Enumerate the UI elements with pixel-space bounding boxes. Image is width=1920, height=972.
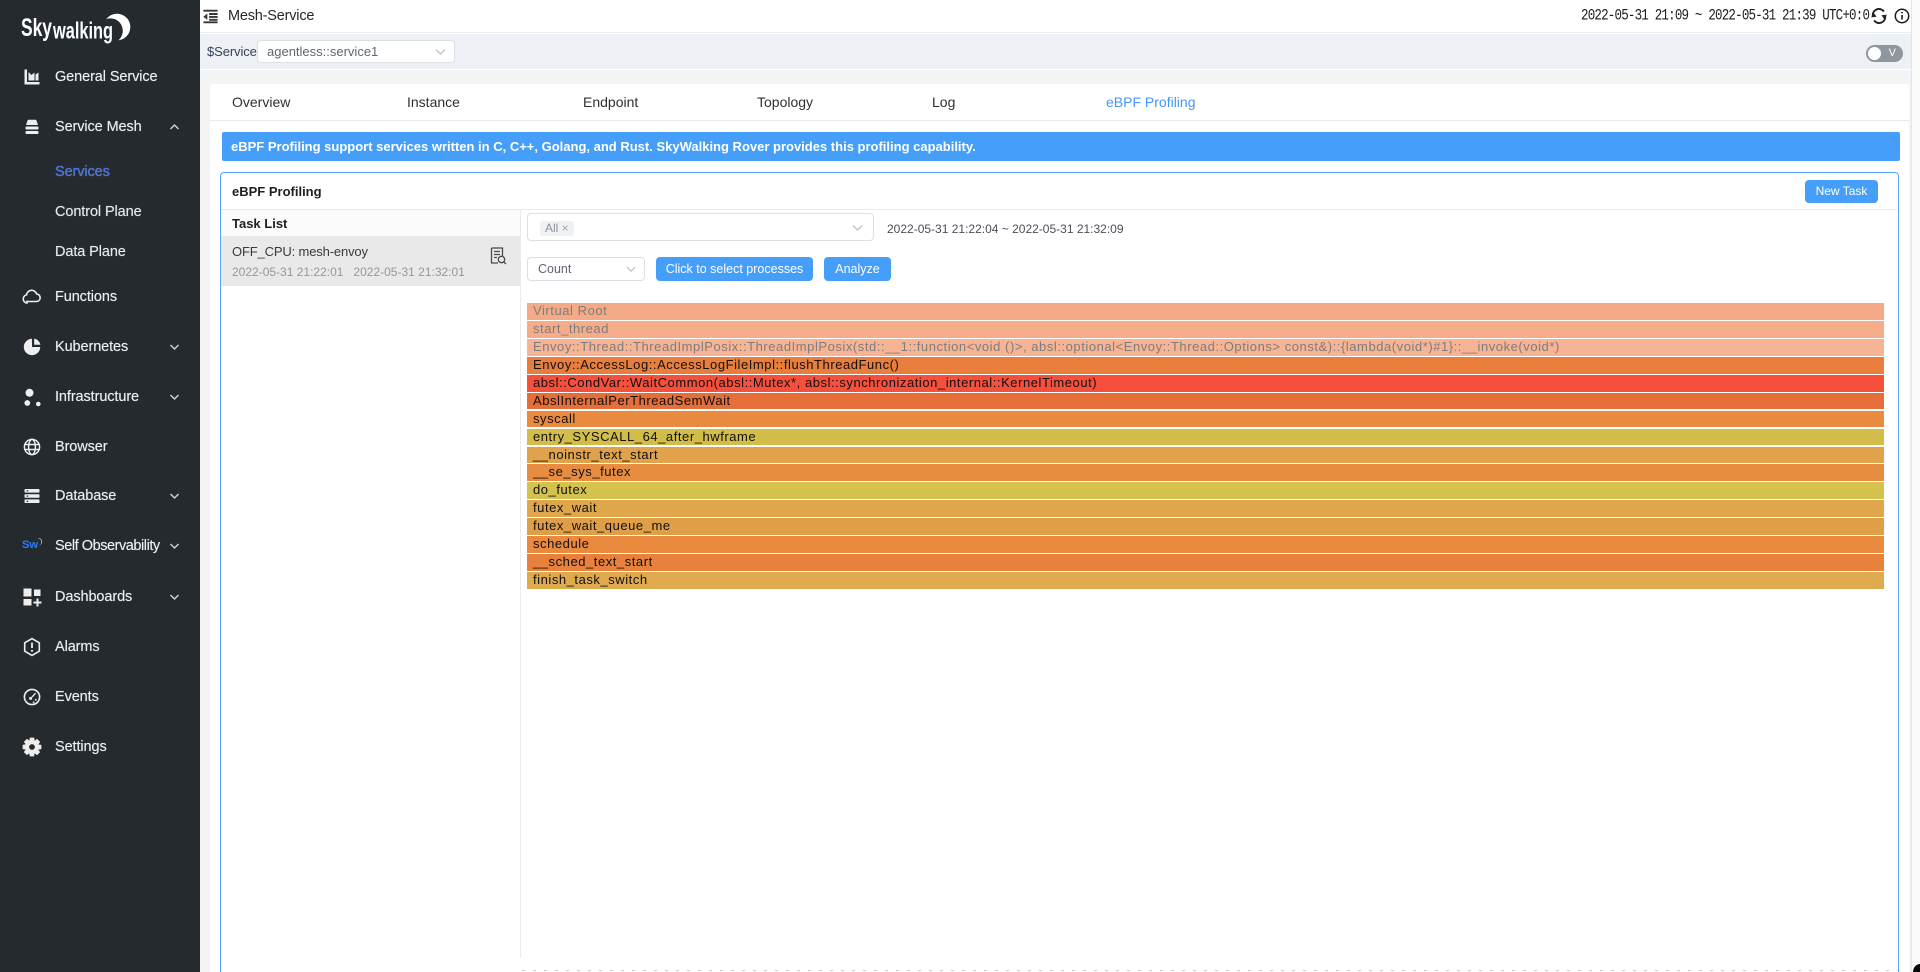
svg-text:walking: walking xyxy=(52,18,113,44)
svg-text:Sw: Sw xyxy=(22,539,38,551)
svg-text:Sky: Sky xyxy=(21,14,52,42)
